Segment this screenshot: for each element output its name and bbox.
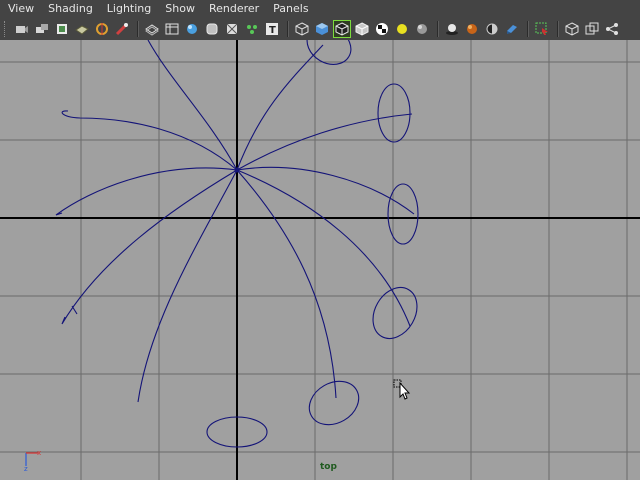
viewport-canvas[interactable] xyxy=(0,40,640,480)
smooth-shade-icon[interactable] xyxy=(183,20,201,38)
grid-icon[interactable] xyxy=(73,20,91,38)
smooth-cube-icon[interactable] xyxy=(313,20,331,38)
camera-attributes-icon[interactable] xyxy=(13,20,31,38)
toolbar-separator xyxy=(557,21,559,37)
grid-lines xyxy=(0,40,640,480)
menu-lighting[interactable]: Lighting xyxy=(107,0,151,18)
mouse-cursor-icon xyxy=(393,379,411,400)
toolbar-separator xyxy=(137,21,139,37)
menu-show[interactable]: Show xyxy=(165,0,195,18)
wireframe-on-shaded-icon[interactable] xyxy=(333,20,351,38)
flat-shade-icon[interactable] xyxy=(203,20,221,38)
wireframe-cube-icon[interactable] xyxy=(293,20,311,38)
curve-lower-right xyxy=(236,169,337,399)
curve-lower-left-long xyxy=(137,169,238,403)
pivot-center xyxy=(234,167,240,173)
menu-view[interactable]: View xyxy=(8,0,34,18)
text-icon[interactable]: T xyxy=(263,20,281,38)
origin-axes xyxy=(0,40,640,480)
axis-x-label: x xyxy=(37,449,41,457)
image-plane-icon[interactable] xyxy=(53,20,71,38)
curve-up-right xyxy=(236,44,324,171)
hud-icon[interactable] xyxy=(163,20,181,38)
top-viewport[interactable]: top x z xyxy=(0,40,640,480)
panel-toolbar: T xyxy=(0,18,640,41)
svg-text:T: T xyxy=(269,25,276,36)
menu-panels[interactable]: Panels xyxy=(273,0,308,18)
motion-blur-icon[interactable] xyxy=(503,20,521,38)
toolbar-separator xyxy=(527,21,529,37)
curve-left xyxy=(55,167,238,216)
panel-menubar: View Shading Lighting Show Renderer Pane… xyxy=(0,0,640,18)
shadow-icon[interactable] xyxy=(443,20,461,38)
circle-right-upper xyxy=(377,83,411,143)
ambient-occlusion-icon[interactable] xyxy=(463,20,481,38)
curve-up xyxy=(147,40,238,171)
light-icon[interactable] xyxy=(393,20,411,38)
xray-icon[interactable] xyxy=(223,20,241,38)
film-gate-icon[interactable] xyxy=(93,20,111,38)
curve-lower-left xyxy=(61,169,238,325)
curve-right xyxy=(236,166,415,215)
maya-viewport-window: View Shading Lighting Show Renderer Pane… xyxy=(0,0,640,480)
menu-shading[interactable]: Shading xyxy=(48,0,93,18)
shaded-cube-icon[interactable] xyxy=(353,20,371,38)
view-axis-gizmo-icon: x z xyxy=(24,449,41,472)
curve-right-lower xyxy=(236,169,411,327)
circle-lower-right xyxy=(308,380,360,426)
circle-top-right xyxy=(306,40,352,65)
two-view-icon[interactable] xyxy=(583,20,601,38)
sphere-icon[interactable] xyxy=(413,20,431,38)
toolbar-grip[interactable] xyxy=(4,21,10,37)
nurbs-curves[interactable] xyxy=(55,40,426,448)
circle-right-lower xyxy=(372,287,418,339)
wireframe-icon[interactable] xyxy=(143,20,161,38)
bookmark-icon[interactable] xyxy=(33,20,51,38)
toolbar-separator xyxy=(287,21,289,37)
hypershade-icon[interactable] xyxy=(603,20,621,38)
camera-name-label: top xyxy=(320,462,337,472)
resolution-gate-icon[interactable] xyxy=(113,20,131,38)
isolate-select-icon[interactable] xyxy=(533,20,551,38)
single-view-icon[interactable] xyxy=(563,20,581,38)
texture-icon[interactable] xyxy=(243,20,261,38)
toolbar-separator xyxy=(437,21,439,37)
menu-renderer[interactable]: Renderer xyxy=(209,0,259,18)
hardware-fog-icon[interactable] xyxy=(483,20,501,38)
axis-z-label: z xyxy=(24,465,28,472)
checker-icon[interactable] xyxy=(373,20,391,38)
curve-right-upper xyxy=(236,113,413,171)
